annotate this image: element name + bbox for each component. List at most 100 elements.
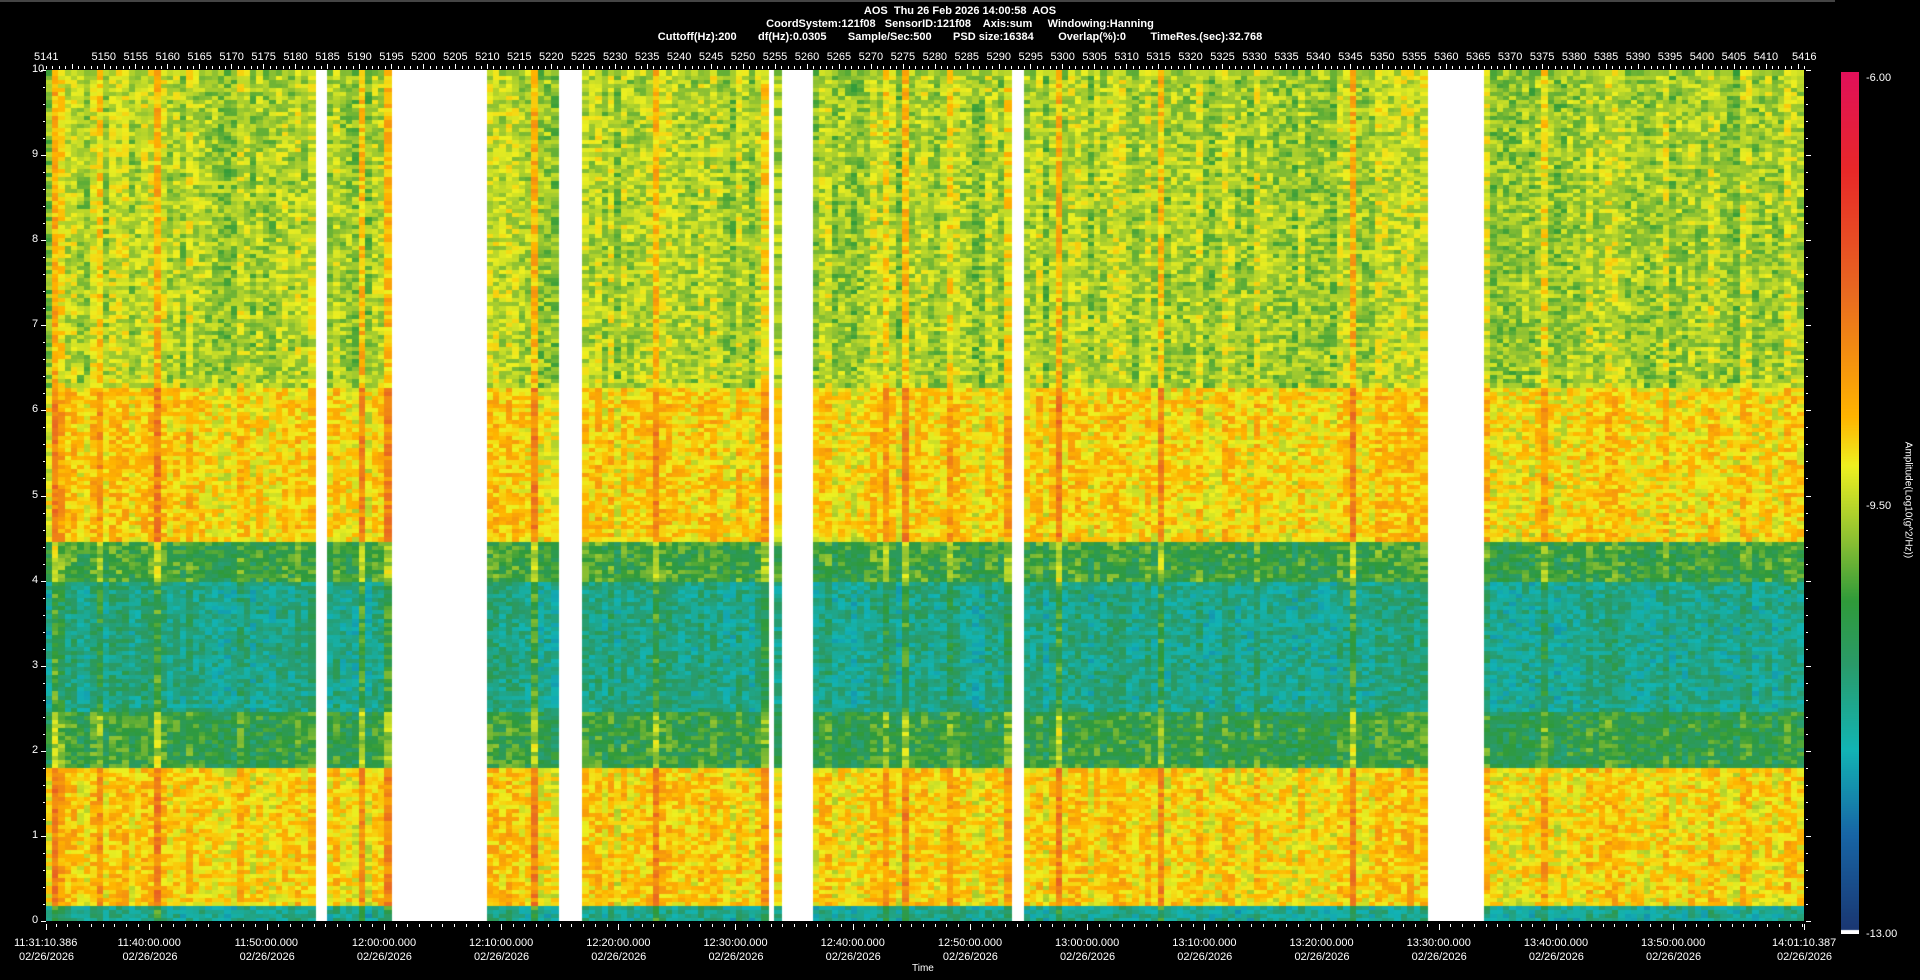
top-minor-tick: [1222, 64, 1224, 69]
x-minor-tick: [1696, 924, 1698, 927]
x-minor-tick: [1262, 924, 1264, 927]
x-minor-tick: [1462, 924, 1464, 927]
x-minor-tick: [1368, 924, 1370, 927]
x-minor-tick: [465, 924, 467, 927]
top-tick-label: 5315: [1146, 51, 1171, 63]
top-minor-tick: [640, 66, 642, 69]
top-tick-label: 5350: [1370, 51, 1395, 63]
top-minor-tick: [1708, 66, 1710, 69]
x-minor-tick: [524, 924, 526, 927]
top-minor-tick: [563, 66, 565, 69]
x-minor-tick: [231, 924, 233, 927]
top-tick-label: 5220: [539, 51, 564, 63]
x-tick-date-label: 02/26/2026: [1177, 951, 1233, 963]
top-minor-tick: [1503, 66, 1505, 69]
top-minor-tick: [384, 66, 386, 69]
top-minor-tick: [1337, 66, 1339, 69]
x-tick-date-label: 02/26/2026: [825, 951, 881, 963]
top-tick-label: 5385: [1593, 51, 1619, 63]
y-minor-tick: [43, 886, 45, 888]
x-minor-tick: [852, 924, 854, 927]
top-tick-label: 5375: [1529, 51, 1555, 63]
top-tick-label: 5235: [634, 51, 660, 63]
top-tick-label: 5245: [698, 51, 724, 63]
top-minor-tick: [1382, 64, 1384, 69]
x-minor-tick: [1122, 924, 1124, 927]
x-minor-tick: [1508, 924, 1510, 927]
top-minor-tick: [1637, 64, 1639, 69]
x-tick-time-label: 12:00:00.000: [351, 937, 417, 949]
y-minor-tick: [43, 291, 45, 293]
x-tick-time-label: 13:20:00.000: [1289, 937, 1354, 949]
top-minor-tick: [1107, 66, 1109, 69]
top-tick-label: 5370: [1497, 51, 1523, 63]
y-tick-label: 10: [32, 63, 45, 75]
x-minor-tick: [126, 924, 127, 927]
top-minor-tick: [167, 64, 169, 69]
spectrogram-plot[interactable]: [46, 70, 1804, 921]
y-minor-tick-right: [1806, 648, 1808, 650]
top-minor-tick: [582, 64, 584, 69]
y-tick-label: 6: [32, 403, 39, 416]
top-tick-label: 5155: [123, 51, 148, 63]
top-minor-tick: [467, 66, 469, 69]
top-minor-tick: [365, 66, 367, 69]
top-minor-tick: [1752, 66, 1754, 69]
top-minor-tick: [1522, 66, 1524, 69]
top-minor-tick: [1094, 64, 1096, 69]
x-minor-tick: [454, 924, 456, 927]
top-minor-tick: [749, 66, 751, 69]
top-minor-tick: [1145, 66, 1147, 69]
top-minor-tick: [704, 66, 706, 69]
top-minor-tick: [877, 66, 879, 69]
top-minor-tick: [551, 64, 553, 69]
top-minor-tick: [691, 66, 693, 69]
top-minor-tick: [1452, 66, 1454, 69]
top-minor-tick: [1100, 66, 1102, 69]
x-minor-tick: [266, 924, 268, 927]
top-minor-tick: [940, 66, 942, 69]
top-minor-tick: [1772, 66, 1774, 69]
y-tick-label: 4: [32, 573, 39, 586]
top-minor-tick: [435, 66, 437, 69]
top-minor-tick: [781, 66, 783, 69]
x-minor-tick: [184, 924, 186, 927]
x-minor-tick: [1169, 924, 1171, 927]
y-minor-tick: [43, 733, 45, 735]
x-minor-tick: [1333, 924, 1335, 927]
x-minor-tick: [958, 924, 960, 927]
top-minor-tick: [378, 66, 380, 69]
x-tick-date-label: 02/26/2026: [356, 951, 412, 963]
y-tick-label: 3: [32, 658, 39, 671]
top-tick-label: 5390: [1625, 51, 1651, 63]
x-minor-tick: [79, 924, 81, 927]
x-minor-tick: [618, 924, 620, 927]
top-minor-tick: [154, 66, 156, 69]
y-minor-tick-right: [1806, 631, 1808, 633]
top-tick-label: 5325: [1210, 51, 1235, 63]
x-minor-tick: [758, 924, 760, 927]
top-minor-tick: [1024, 66, 1026, 69]
top-minor-tick: [1394, 66, 1396, 69]
top-minor-tick: [1695, 66, 1697, 69]
top-minor-tick: [538, 66, 540, 69]
top-minor-tick: [1068, 66, 1070, 69]
x-minor-tick: [747, 924, 749, 927]
x-minor-tick: [1215, 924, 1217, 927]
top-tick-label: 5290: [986, 51, 1011, 63]
top-tick-label: 5416: [1792, 51, 1817, 63]
top-minor-tick: [1113, 66, 1115, 69]
x-minor-tick: [676, 924, 678, 927]
top-minor-tick: [1362, 66, 1364, 69]
top-minor-tick: [870, 64, 872, 69]
y-tick-right: [1806, 750, 1811, 752]
top-minor-tick: [723, 66, 725, 69]
top-minor-tick: [1727, 66, 1729, 69]
top-minor-tick: [1228, 66, 1230, 69]
x-tick-time-label: 13:10:00.000: [1172, 937, 1237, 949]
y-minor-tick-right: [1806, 784, 1808, 786]
top-tick-label: 5395: [1657, 51, 1683, 63]
y-minor-tick-right: [1806, 716, 1808, 718]
x-minor-tick: [1192, 924, 1194, 927]
x-tick-time-label: 11:31:10.386: [14, 937, 78, 949]
